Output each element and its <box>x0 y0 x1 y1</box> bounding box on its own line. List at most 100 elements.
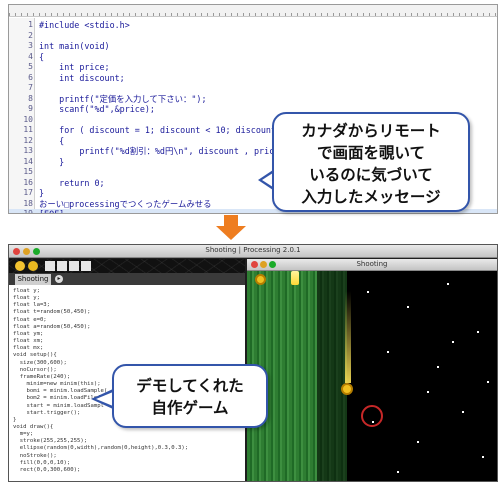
line-number: 10 <box>23 114 33 124</box>
code-text: return 0; <box>39 177 105 188</box>
processing-window: Shooting | Processing 2.0.1 Shooting ▸ f… <box>8 244 498 482</box>
code-text: #include <stdio.h> <box>39 20 130 30</box>
new-sketch-button[interactable] <box>45 261 55 271</box>
sketch-tabs: Shooting ▸ <box>9 273 245 285</box>
sketch-code-line: float ym; <box>13 330 44 337</box>
processing-toolbar <box>9 259 245 299</box>
code-text: int main(void) <box>39 41 110 51</box>
code-line[interactable]: 5 int price; <box>9 62 497 73</box>
code-text: int discount; <box>39 72 125 83</box>
line-number: 1 <box>28 20 33 29</box>
code-line[interactable]: 7 <box>9 83 497 94</box>
star <box>487 381 489 383</box>
line-number: 15 <box>23 167 33 176</box>
sketch-code-line: float e=0; <box>13 316 47 323</box>
code-line[interactable]: 1 #include <stdio.h> <box>9 20 497 31</box>
sketch-code-line: float xm; <box>13 338 44 345</box>
callout-line: カナダからリモート <box>301 122 441 140</box>
line-number: 5 <box>28 62 33 71</box>
code-text: { <box>39 135 65 146</box>
sketch-code-line: float la=3; <box>13 302 51 309</box>
code-text: [EOF] <box>39 209 65 214</box>
callout-line: で画面を覗いて <box>316 144 426 162</box>
callout-remote-message: カナダからリモート で画面を覗いて いるのに気づいて 入力したメッセージ <box>272 112 470 212</box>
line-number: 3 <box>28 41 33 50</box>
sketch-code-line: fill(0,0,0,10); <box>13 459 71 466</box>
line-number: 11 <box>23 125 33 134</box>
bullet <box>291 271 299 285</box>
laser-beam <box>345 291 351 383</box>
sketch-code-line: rect(0,0,300,600); <box>13 466 81 473</box>
callout-line: 自作ゲーム <box>151 399 229 417</box>
code-line[interactable]: 4{ <box>9 52 497 63</box>
game-titlebar: Shooting <box>247 259 497 271</box>
line-number: 19 <box>23 209 33 214</box>
sketch-code-line: float y; <box>13 288 40 294</box>
line-number: 14 <box>23 156 33 166</box>
processing-window-title: Shooting | Processing 2.0.1 <box>205 246 301 254</box>
callout-demo-game: デモしてくれた 自作ゲーム <box>112 364 268 428</box>
sketch-code-line: float mx; <box>13 345 44 352</box>
run-button[interactable] <box>15 261 25 271</box>
line-number: 17 <box>23 188 33 197</box>
sketch-code-line: float y; <box>13 295 40 302</box>
star <box>407 306 409 308</box>
game-canvas[interactable] <box>247 271 497 481</box>
export-button[interactable] <box>81 261 91 271</box>
code-text: } <box>39 156 65 167</box>
line-number: 7 <box>28 83 33 92</box>
sketch-code-line: float a=random(50,450); <box>13 323 91 330</box>
star <box>462 411 464 413</box>
code-text: printf("定価を入力して下さい："); <box>39 93 207 104</box>
code-text: { <box>39 51 45 62</box>
code-text: scanf("%d",&price); <box>39 104 155 114</box>
game-window: Shooting <box>247 259 497 481</box>
code-text: printf("%d割引：%d円\n", discount , price - <box>39 146 290 156</box>
star <box>477 331 479 333</box>
tab-menu-arrow-icon[interactable]: ▸ <box>55 275 63 283</box>
stop-button[interactable] <box>28 261 38 271</box>
enemy-ship <box>255 274 266 285</box>
code-text: } <box>39 188 45 198</box>
code-line[interactable]: 8 printf("定価を入力して下さい："); <box>9 94 497 105</box>
player-ship <box>341 383 353 395</box>
callout-line: 入力したメッセージ <box>301 188 441 206</box>
star <box>397 471 399 473</box>
tab-shooting[interactable]: Shooting <box>15 274 51 285</box>
code-text: int price; <box>39 62 110 72</box>
sketch-code-line: void setup(){ <box>13 352 57 359</box>
open-sketch-button[interactable] <box>57 261 67 271</box>
star <box>447 283 449 285</box>
down-arrow-head <box>216 226 246 240</box>
star <box>452 341 454 343</box>
line-number: 12 <box>23 135 33 145</box>
line-number: 6 <box>28 72 33 82</box>
sketch-code-line: m=y; <box>13 431 34 438</box>
code-text: おーい□processingでつくったゲームみせる <box>39 198 212 209</box>
line-number: 18 <box>23 198 33 208</box>
star <box>372 421 374 423</box>
star <box>387 351 389 353</box>
code-line[interactable]: 6 int discount; <box>9 73 497 84</box>
line-number: 4 <box>28 51 33 61</box>
sketch-code-line: ellipse(random(0,width),random(0,height)… <box>13 445 189 452</box>
line-number: 9 <box>28 104 33 113</box>
line-number: 8 <box>28 93 33 103</box>
star <box>417 441 419 443</box>
line-number: 2 <box>28 30 33 40</box>
star <box>482 456 484 458</box>
callout-line: デモしてくれた <box>136 377 244 395</box>
line-number: 13 <box>23 146 33 155</box>
save-sketch-button[interactable] <box>69 261 79 271</box>
callout-line: いるのに気づいて <box>309 166 433 184</box>
game-window-title: Shooting <box>356 260 388 268</box>
column-ruler <box>9 5 497 17</box>
line-number: 16 <box>23 177 33 187</box>
sketch-code-line: stroke(255,255,255); <box>13 438 88 445</box>
code-line[interactable]: 3 int main(void) <box>9 41 497 52</box>
code-line[interactable]: 2 <box>9 31 497 42</box>
processing-titlebar: Shooting | Processing 2.0.1 <box>9 245 497 258</box>
star <box>437 366 439 368</box>
code-text: for ( discount = 1; discount < 10; disco… <box>39 125 297 135</box>
sketch-code-line: noStroke(); <box>13 452 57 459</box>
